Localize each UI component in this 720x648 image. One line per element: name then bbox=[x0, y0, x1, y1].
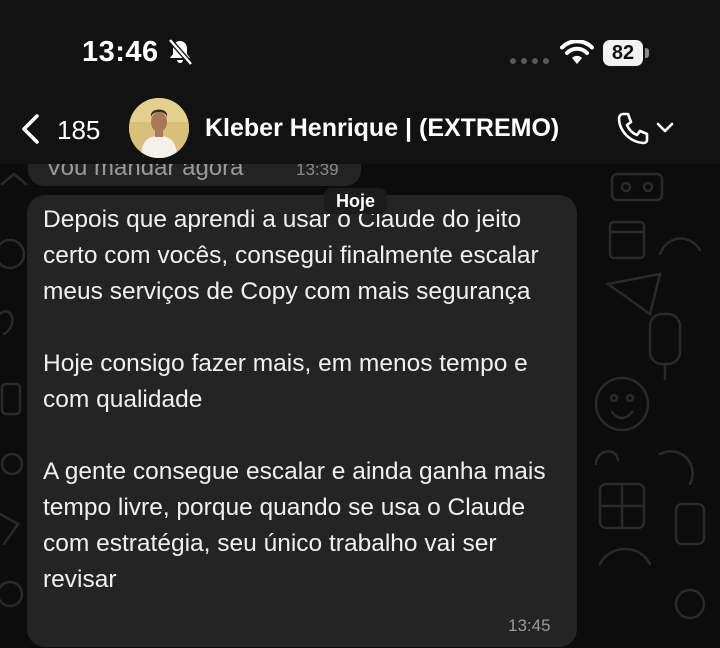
avatar[interactable] bbox=[129, 98, 189, 158]
chat-header: 185 Kleber Henrique | (EXTREMO) bbox=[0, 98, 720, 164]
status-bar: 13:46 82 bbox=[0, 0, 720, 100]
wifi-icon bbox=[560, 40, 594, 64]
message-paragraph: Depois que aprendi a usar o Claude do je… bbox=[43, 206, 539, 305]
message-paragraph: A gente consegue escalar e ainda ganha m… bbox=[43, 458, 546, 593]
signal-dots-icon bbox=[510, 58, 549, 64]
message-text: Depois que aprendi a usar o Claude do je… bbox=[43, 202, 563, 598]
message-paragraph: Hoje consigo fazer mais, em menos tempo … bbox=[43, 350, 528, 413]
chat-area[interactable]: Vou mandar agora 13:39 Hoje Depois que a… bbox=[0, 164, 720, 648]
chevron-left-icon[interactable] bbox=[18, 112, 44, 146]
message-time: 13:45 bbox=[508, 616, 551, 635]
battery-level: 82 bbox=[611, 42, 635, 64]
status-time: 13:46 bbox=[82, 36, 159, 68]
unread-count[interactable]: 185 bbox=[57, 115, 100, 146]
phone-icon[interactable] bbox=[615, 110, 649, 146]
previous-message-text: Vou mandar agora bbox=[46, 164, 244, 181]
date-separator: Hoje bbox=[324, 188, 388, 214]
previous-message-time: 13:39 bbox=[296, 164, 339, 179]
bell-slash-icon bbox=[168, 38, 193, 66]
battery-icon: 82 bbox=[603, 40, 643, 66]
message-bubble[interactable]: Depois que aprendi a usar o Claude do je… bbox=[27, 195, 577, 647]
battery-tip bbox=[645, 48, 649, 58]
contact-name[interactable]: Kleber Henrique | (EXTREMO) bbox=[205, 114, 559, 143]
chevron-down-icon[interactable] bbox=[656, 121, 674, 135]
previous-message-bubble[interactable]: Vou mandar agora 13:39 bbox=[28, 164, 361, 186]
